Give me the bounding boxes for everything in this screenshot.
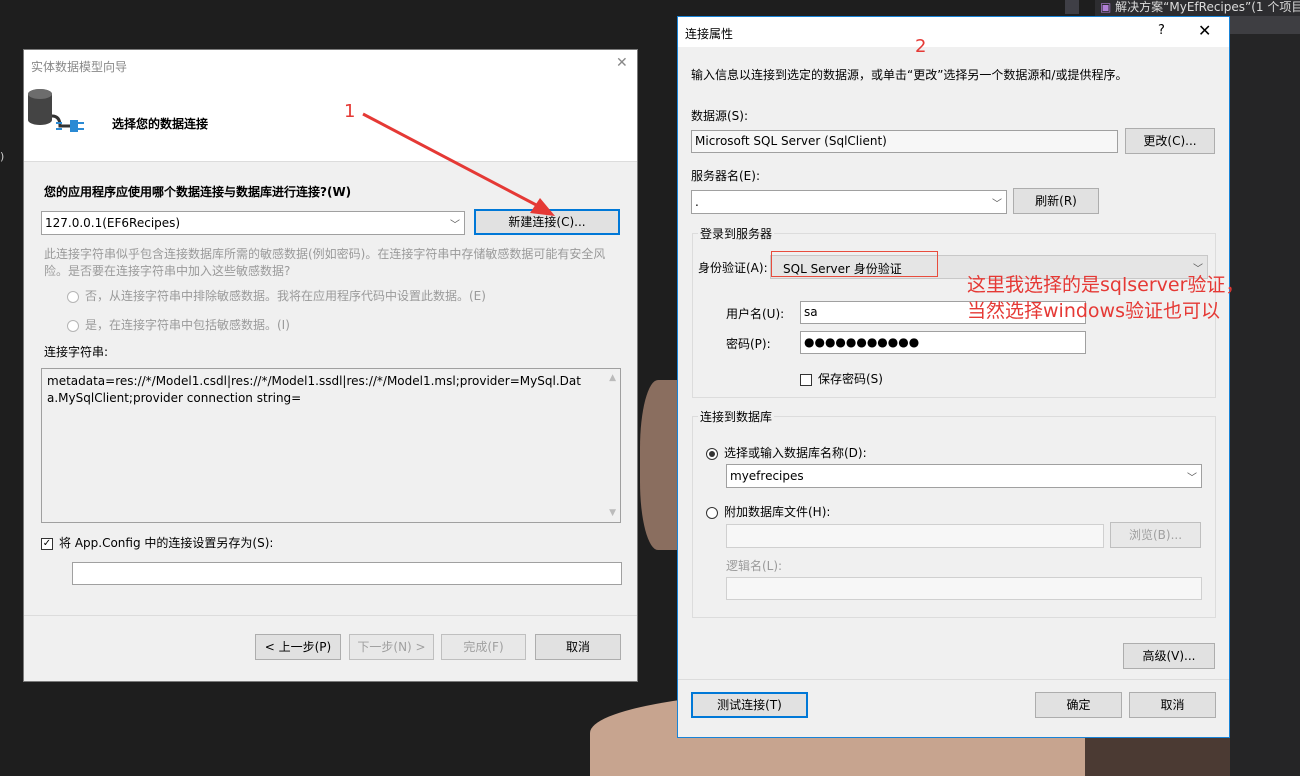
page-heading: 选择您的数据连接: [112, 117, 209, 131]
ok-button[interactable]: 确定: [1035, 692, 1122, 718]
test-connection-button[interactable]: 测试连接(T): [691, 692, 808, 718]
change-button[interactable]: 更改(C)...: [1125, 128, 1215, 154]
database-name-combo[interactable]: myefrecipes ﹀: [726, 464, 1202, 488]
solution-explorer-selection: [1230, 16, 1300, 34]
database-connect-icon: [28, 89, 84, 132]
connection-name-input[interactable]: [72, 562, 622, 585]
select-database-radio[interactable]: 选择或输入数据库名称(D):: [706, 444, 867, 461]
data-source-field[interactable]: Microsoft SQL Server (SqlClient): [691, 130, 1118, 153]
back-button[interactable]: < 上一步(P): [255, 634, 341, 660]
window-title: 连接属性: [685, 27, 734, 41]
finish-button[interactable]: 完成(F): [441, 634, 526, 660]
refresh-button[interactable]: 刷新(R): [1013, 188, 1099, 214]
scroll-down-icon[interactable]: ▼: [609, 508, 616, 518]
highlight-box: [771, 251, 938, 277]
attach-database-radio[interactable]: 附加数据库文件(H):: [706, 503, 830, 520]
connection-string-text: metadata=res://*/Model1.csdl|res://*/Mod…: [47, 374, 581, 405]
solution-explorer-item[interactable]: ▣ 解决方案“MyEfRecipes”(1 个项目: [1100, 0, 1300, 14]
checkmark-icon: ✓: [41, 537, 53, 550]
server-name-label: 服务器名(E):: [691, 169, 760, 183]
scroll-up-icon[interactable]: ▲: [609, 373, 616, 383]
include-sensitive-radio[interactable]: 是，在连接字符串中包括敏感数据。(I): [67, 316, 290, 333]
scrollbar-thumb[interactable]: [1065, 0, 1079, 14]
close-icon[interactable]: ✕: [1198, 21, 1211, 40]
auth-label: 身份验证(A):: [698, 261, 768, 275]
connection-string-label: 连接字符串:: [44, 345, 109, 359]
exclude-sensitive-radio[interactable]: 否，从连接字符串中排除敏感数据。我将在应用程序代码中设置此数据。(E): [67, 287, 486, 304]
save-connection-checkbox[interactable]: ✓ 将 App.Config 中的连接设置另存为(S):: [41, 534, 273, 551]
connection-question: 您的应用程序应使用哪个数据连接与数据库进行连接?(W): [44, 185, 352, 199]
checkbox-icon: [800, 373, 812, 386]
login-group-title: 登录到服务器: [698, 225, 775, 242]
title-bar: 实体数据模型向导 ✕: [24, 50, 637, 80]
server-name-combo[interactable]: . ﹀: [691, 190, 1007, 214]
advanced-button[interactable]: 高级(V)...: [1123, 643, 1215, 669]
radio-icon: [67, 319, 79, 332]
divider: [24, 615, 637, 616]
attach-file-input[interactable]: [726, 524, 1104, 548]
window-title: 实体数据模型向导: [31, 60, 128, 74]
divider: [678, 679, 1229, 680]
annotation-marker-2: 2: [915, 36, 927, 57]
close-icon[interactable]: ✕: [616, 55, 628, 71]
username-label: 用户名(U):: [726, 307, 785, 321]
radio-selected-icon: [706, 447, 718, 460]
connection-properties-dialog: 连接属性 ? ✕ 输入信息以连接到选定的数据源，或单击“更改”选择另一个数据源和…: [677, 16, 1230, 738]
next-button[interactable]: 下一步(N) >: [349, 634, 434, 660]
annotation-note-line: 这里我选择的是sqlserver验证，: [967, 274, 1245, 296]
logical-name-input[interactable]: [726, 577, 1202, 600]
background-panel: [1230, 0, 1300, 776]
editor-text-fragment: ): [0, 150, 5, 163]
connection-dropdown-value: 127.0.0.1(EF6Recipes): [45, 216, 181, 230]
title-bar: 连接属性 ? ✕: [678, 17, 1229, 47]
radio-icon: [67, 290, 79, 303]
password-input[interactable]: ●●●●●●●●●●●: [800, 331, 1086, 354]
connection-string-box[interactable]: metadata=res://*/Model1.csdl|res://*/Mod…: [41, 368, 621, 523]
radio-icon: [706, 506, 718, 519]
help-icon[interactable]: ?: [1158, 23, 1165, 38]
save-password-checkbox[interactable]: 保存密码(S): [800, 370, 883, 387]
data-source-label: 数据源(S):: [691, 109, 749, 123]
logical-name-label: 逻辑名(L):: [726, 559, 783, 573]
chevron-down-icon: ﹀: [1187, 473, 1197, 484]
annotation-arrow-icon: [362, 112, 555, 216]
annotation-note: 这里我选择的是sqlserver验证， 当然选择windows验证也可以: [967, 272, 1244, 324]
solution-icon: ▣: [1100, 0, 1112, 14]
database-group-title: 连接到数据库: [698, 408, 775, 425]
annotation-marker-1: 1: [344, 101, 356, 122]
cancel-button[interactable]: 取消: [535, 634, 621, 660]
annotation-note-line: 当然选择windows验证也可以: [967, 300, 1220, 322]
dialog-description: 输入信息以连接到选定的数据源，或单击“更改”选择另一个数据源和/或提供程序。: [691, 68, 1128, 82]
browse-button[interactable]: 浏览(B)...: [1110, 522, 1201, 548]
cancel-button[interactable]: 取消: [1129, 692, 1216, 718]
password-label: 密码(P):: [726, 337, 771, 351]
chevron-down-icon: ﹀: [992, 199, 1002, 210]
sensitive-data-info: 此连接字符串似乎包含连接数据库所需的敏感数据(例如密码)。在连接字符串中存储敏感…: [44, 247, 606, 278]
